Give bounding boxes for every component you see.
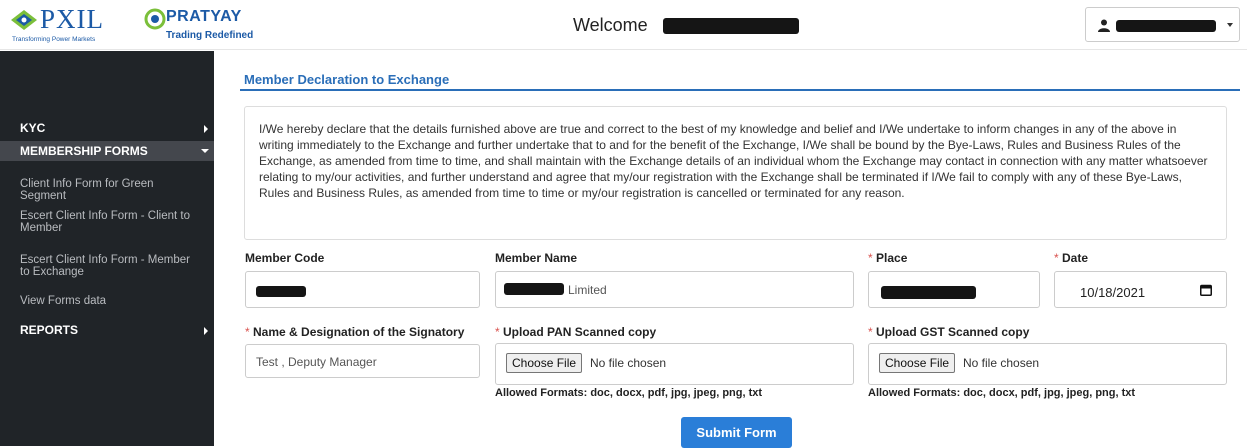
sidebar-item-label: Escert Client Info Form - Client to Memb… xyxy=(20,210,190,234)
date-label-text: Date xyxy=(1062,251,1089,265)
pan-allowed-formats: Allowed Formats: doc, docx, pdf, jpg, jp… xyxy=(495,387,763,399)
signatory-label: * Name & Designation of the Signatory xyxy=(245,325,464,339)
signatory-label-text: Name & Designation of the Signatory xyxy=(253,325,465,339)
sidebar-item-label: REPORTS xyxy=(20,323,79,337)
sidebar-item-membership-forms[interactable]: MEMBERSHIP FORMS xyxy=(0,141,214,161)
pratyay-logo-text: PRATYAY xyxy=(166,8,242,25)
pxil-logo[interactable]: PXIL Transforming Power Markets xyxy=(10,4,138,46)
member-name-redacted xyxy=(504,283,564,295)
welcome-username-redacted xyxy=(662,18,799,35)
sidebar-item-label: Client Info Form for Green Segment xyxy=(20,178,154,202)
pratyay-logo-mark-icon xyxy=(144,8,166,30)
section-title: Member Declaration to Exchange xyxy=(244,72,450,87)
member-code-field[interactable] xyxy=(245,271,480,308)
chevron-right-icon xyxy=(204,125,208,133)
user-icon xyxy=(1098,19,1110,32)
declaration-text: I/We hereby declare that the details fur… xyxy=(244,106,1227,240)
sidebar-item-label: View Forms data xyxy=(20,295,107,307)
required-mark: * xyxy=(868,325,873,339)
chevron-right-icon xyxy=(204,327,208,335)
gst-choose-file-button[interactable]: Choose File xyxy=(879,353,956,373)
pxil-tagline: Transforming Power Markets xyxy=(12,36,96,43)
pxil-logo-text: PXIL xyxy=(40,4,104,34)
member-name-field[interactable]: Limited xyxy=(495,271,854,308)
sidebar-item-view-forms-data[interactable]: View Forms data xyxy=(0,295,214,307)
place-field[interactable] xyxy=(868,271,1040,308)
gst-upload-field[interactable]: Choose File No file chosen xyxy=(868,343,1227,385)
required-mark: * xyxy=(1054,251,1059,265)
pratyay-tagline: Trading Redefined xyxy=(166,30,254,41)
calendar-icon[interactable] xyxy=(1200,284,1212,296)
caret-down-icon xyxy=(1227,23,1233,27)
welcome-label: Welcome xyxy=(573,15,648,35)
sidebar-item-label: MEMBERSHIP FORMS xyxy=(20,144,148,158)
sidebar-item-kyc[interactable]: KYC xyxy=(0,121,214,137)
gst-allowed-formats: Allowed Formats: doc, docx, pdf, jpg, jp… xyxy=(868,387,1136,399)
signatory-field[interactable]: Test , Deputy Manager xyxy=(245,344,480,378)
sidebar-item-label: KYC xyxy=(20,121,46,135)
top-header: PXIL Transforming Power Markets PRATYAY … xyxy=(0,0,1247,50)
gst-upload-label: * Upload GST Scanned copy xyxy=(868,325,1029,339)
required-mark: * xyxy=(245,325,250,339)
place-label-text: Place xyxy=(876,251,908,265)
user-menu-button[interactable] xyxy=(1085,7,1240,42)
date-field[interactable]: 10/18/2021 xyxy=(1054,271,1227,308)
sidebar-item-escert-client-to-member[interactable]: Escert Client Info Form - Client to Memb… xyxy=(0,210,214,234)
user-name-redacted xyxy=(1116,20,1216,32)
sidebar: KYC MEMBERSHIP FORMS Client Info Form fo… xyxy=(0,51,214,446)
member-name-value: Limited xyxy=(568,283,607,297)
submit-form-button[interactable]: Submit Form xyxy=(681,417,792,448)
pratyay-logo[interactable]: PRATYAY Trading Redefined xyxy=(144,6,253,46)
required-mark: * xyxy=(868,251,873,265)
member-code-redacted xyxy=(256,286,306,297)
pan-no-file-text: No file chosen xyxy=(590,356,667,370)
pan-upload-label-text: Upload PAN Scanned copy xyxy=(503,325,657,339)
required-mark: * xyxy=(495,325,500,339)
pan-choose-file-button[interactable]: Choose File xyxy=(506,353,583,373)
pan-upload-field[interactable]: Choose File No file chosen xyxy=(495,343,854,385)
sidebar-item-reports[interactable]: REPORTS xyxy=(0,323,214,339)
welcome-message: Welcome xyxy=(573,15,799,36)
place-label: * Place xyxy=(868,251,907,265)
sidebar-item-green-segment[interactable]: Client Info Form for Green Segment xyxy=(0,178,214,202)
date-label: * Date xyxy=(1054,251,1088,265)
gst-no-file-text: No file chosen xyxy=(963,356,1040,370)
pxil-logo-mark-icon xyxy=(11,10,37,30)
main-content: Member Declaration to Exchange I/We here… xyxy=(232,51,1240,448)
pan-upload-label: * Upload PAN Scanned copy xyxy=(495,325,656,339)
section-divider xyxy=(240,89,1240,91)
caret-down-icon xyxy=(201,149,209,153)
signatory-value: Test , Deputy Manager xyxy=(256,355,377,369)
place-redacted xyxy=(881,286,976,299)
date-value: 10/18/2021 xyxy=(1080,285,1146,300)
member-code-label: Member Code xyxy=(245,251,325,265)
gst-upload-label-text: Upload GST Scanned copy xyxy=(876,325,1030,339)
member-name-label: Member Name xyxy=(495,251,578,265)
sidebar-item-label: Escert Client Info Form - Member to Exch… xyxy=(20,254,190,278)
sidebar-item-escert-member-to-exchange[interactable]: Escert Client Info Form - Member to Exch… xyxy=(0,254,214,278)
